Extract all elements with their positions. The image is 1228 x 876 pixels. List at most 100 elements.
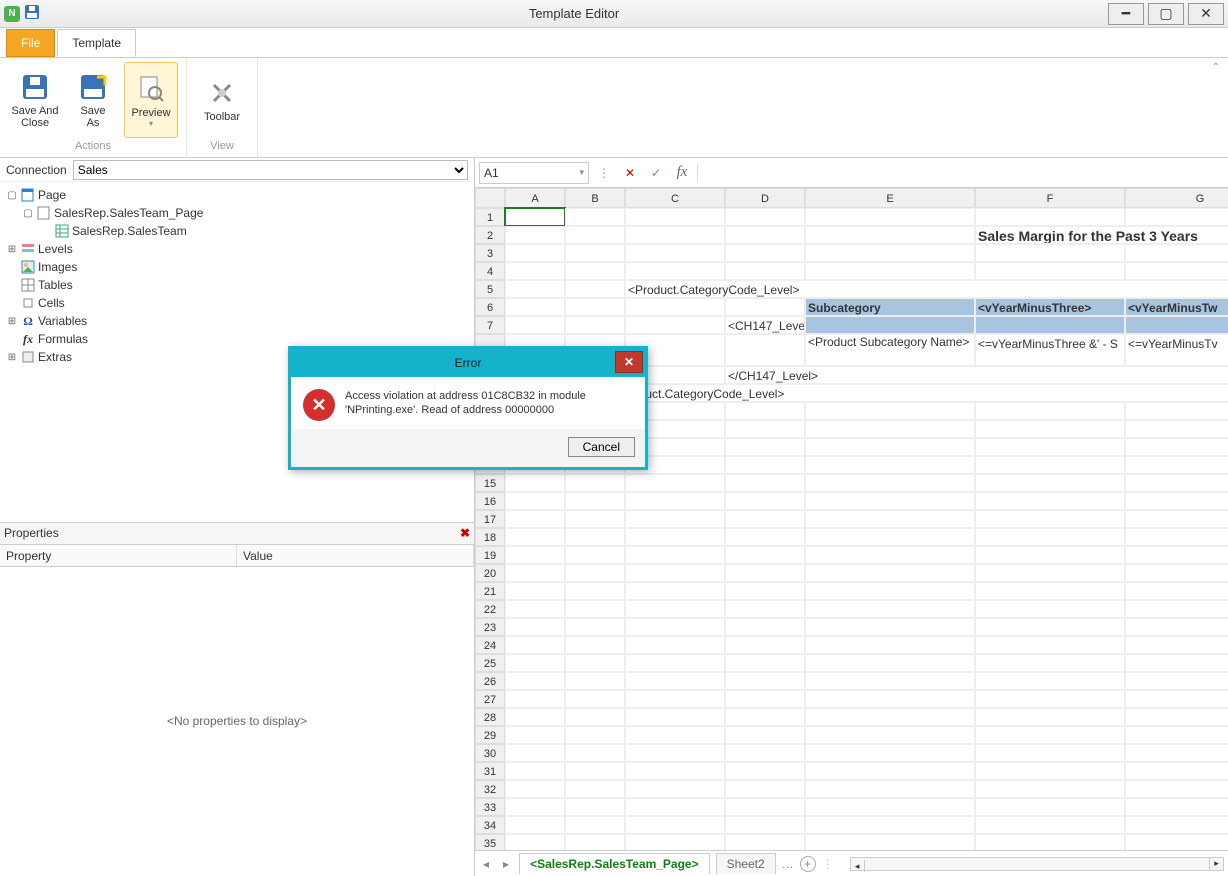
row-21[interactable]: 21 bbox=[475, 582, 505, 600]
tree-tables[interactable]: Tables bbox=[38, 278, 73, 292]
toolbar-icon bbox=[206, 77, 238, 109]
subcategory-header: Subcategory bbox=[805, 298, 975, 316]
tree-images[interactable]: Images bbox=[38, 260, 77, 274]
row-28[interactable]: 28 bbox=[475, 708, 505, 726]
col-C[interactable]: C bbox=[625, 188, 725, 208]
window-title: Template Editor bbox=[40, 6, 1108, 21]
row-32[interactable]: 32 bbox=[475, 780, 505, 798]
ribbon-group-view: View bbox=[195, 140, 249, 152]
col-A[interactable]: A bbox=[505, 188, 565, 208]
tree-item-page[interactable]: SalesRep.SalesTeam_Page bbox=[54, 206, 203, 220]
row-16[interactable]: 16 bbox=[475, 492, 505, 510]
row-25[interactable]: 25 bbox=[475, 654, 505, 672]
property-column[interactable]: Property bbox=[0, 545, 237, 566]
images-icon bbox=[20, 259, 36, 275]
ribbon-tabs: File Template bbox=[0, 28, 1228, 58]
spreadsheet[interactable]: A B C D E F G 1 2 Sales Margin for the P… bbox=[475, 188, 1228, 850]
fb-dots-icon: ⋮ bbox=[593, 162, 615, 184]
save-icon[interactable] bbox=[24, 4, 40, 23]
col-D[interactable]: D bbox=[725, 188, 805, 208]
file-tab[interactable]: File bbox=[6, 29, 55, 57]
tree-item-sheet[interactable]: SalesRep.SalesTeam bbox=[72, 224, 187, 238]
row-35[interactable]: 35 bbox=[475, 834, 505, 850]
name-box[interactable]: A1 ▾ bbox=[479, 162, 589, 184]
close-properties-icon[interactable]: ✖ bbox=[460, 526, 470, 540]
subtitle: Cre bbox=[1125, 244, 1228, 262]
sheet-nav-prev[interactable]: ◂ bbox=[479, 857, 493, 871]
title-bar: N Template Editor ━ ▢ ✕ bbox=[0, 0, 1228, 28]
close-window-button[interactable]: ✕ bbox=[1188, 3, 1224, 25]
row-30[interactable]: 30 bbox=[475, 744, 505, 762]
minimize-button[interactable]: ━ bbox=[1108, 3, 1144, 25]
sheet-icon bbox=[54, 223, 70, 239]
save-as-button[interactable]: Save As bbox=[66, 62, 120, 138]
sheet-tab-2[interactable]: Sheet2 bbox=[716, 853, 776, 874]
sheet-tabs: ◂ ▸ <SalesRep.SalesTeam_Page> Sheet2 … +… bbox=[475, 850, 1228, 876]
row-26[interactable]: 26 bbox=[475, 672, 505, 690]
maximize-button[interactable]: ▢ bbox=[1148, 3, 1184, 25]
save-and-close-button[interactable]: Save And Close bbox=[8, 62, 62, 138]
row-33[interactable]: 33 bbox=[475, 798, 505, 816]
collapse-ribbon-icon[interactable]: ⌃ bbox=[1212, 62, 1220, 73]
connection-label: Connection bbox=[6, 163, 67, 177]
error-title: Error bbox=[455, 356, 482, 370]
save-as-icon bbox=[77, 71, 109, 103]
tree-levels[interactable]: Levels bbox=[38, 242, 73, 256]
tree-formulas[interactable]: Formulas bbox=[38, 332, 88, 346]
preview-icon bbox=[135, 73, 167, 105]
chevron-down-icon[interactable]: ▾ bbox=[579, 167, 584, 178]
sheet-nav-next[interactable]: ▸ bbox=[499, 857, 513, 871]
row-24[interactable]: 24 bbox=[475, 636, 505, 654]
template-tab[interactable]: Template bbox=[57, 29, 136, 57]
cancel-formula-icon[interactable]: ✕ bbox=[619, 162, 641, 184]
preview-button[interactable]: Preview ▾ bbox=[124, 62, 178, 138]
variables-icon: Ω bbox=[20, 313, 36, 329]
row-18[interactable]: 18 bbox=[475, 528, 505, 546]
properties-header: Properties ✖ bbox=[0, 523, 474, 545]
tree-extras[interactable]: Extras bbox=[38, 350, 72, 364]
row-29[interactable]: 29 bbox=[475, 726, 505, 744]
tree-cells[interactable]: Cells bbox=[38, 296, 65, 310]
col-B[interactable]: B bbox=[565, 188, 625, 208]
col-E[interactable]: E bbox=[805, 188, 975, 208]
horizontal-scrollbar[interactable]: ◂▸ bbox=[850, 857, 1224, 871]
year2-formula: <=vYearMinusTv bbox=[1125, 334, 1228, 366]
close-dialog-button[interactable]: ✕ bbox=[615, 351, 643, 373]
col-G[interactable]: G bbox=[1125, 188, 1228, 208]
row-1[interactable]: 1 bbox=[475, 208, 505, 226]
fx-icon[interactable]: fx bbox=[671, 162, 693, 184]
ribbon-group-actions: Actions bbox=[8, 140, 178, 152]
ch147-close: </CH147_Level> bbox=[725, 366, 1228, 384]
tree-variables[interactable]: Variables bbox=[38, 314, 87, 328]
cell-A1[interactable] bbox=[505, 208, 565, 226]
row-17[interactable]: 17 bbox=[475, 510, 505, 528]
row-23[interactable]: 23 bbox=[475, 618, 505, 636]
connection-dropdown[interactable]: Sales bbox=[73, 160, 468, 180]
accept-formula-icon[interactable]: ✓ bbox=[645, 162, 667, 184]
row-27[interactable]: 27 bbox=[475, 690, 505, 708]
page-item-icon bbox=[36, 205, 52, 221]
properties-empty: <No properties to display> bbox=[0, 567, 474, 876]
new-sheet-button[interactable]: + bbox=[800, 856, 816, 872]
toolbar-button[interactable]: Toolbar bbox=[195, 62, 249, 138]
formula-bar: A1 ▾ ⋮ ✕ ✓ fx bbox=[475, 158, 1228, 188]
cell-catcode-open: <Product.CategoryCode_Level> bbox=[625, 280, 1228, 298]
row-22[interactable]: 22 bbox=[475, 600, 505, 618]
row-19[interactable]: 19 bbox=[475, 546, 505, 564]
row-34[interactable]: 34 bbox=[475, 816, 505, 834]
value-column[interactable]: Value bbox=[237, 545, 474, 566]
sheet-tab-active[interactable]: <SalesRep.SalesTeam_Page> bbox=[519, 853, 710, 874]
cancel-button[interactable]: Cancel bbox=[568, 437, 635, 457]
sheet-tab-more[interactable]: … bbox=[782, 857, 794, 871]
save-close-icon bbox=[19, 71, 51, 103]
row-31[interactable]: 31 bbox=[475, 762, 505, 780]
ch147-open: <CH147_Level> bbox=[725, 316, 805, 334]
formula-input[interactable] bbox=[702, 162, 1224, 184]
year-minus-three-header: <vYearMinusThree> bbox=[975, 298, 1125, 316]
year-minus-two-header: <vYearMinusTw bbox=[1125, 298, 1228, 316]
row-15[interactable]: 15 bbox=[475, 474, 505, 492]
error-dialog: Error ✕ ✕ Access violation at address 01… bbox=[288, 346, 648, 470]
row-20[interactable]: 20 bbox=[475, 564, 505, 582]
tree-page[interactable]: Page bbox=[38, 188, 66, 202]
col-F[interactable]: F bbox=[975, 188, 1125, 208]
